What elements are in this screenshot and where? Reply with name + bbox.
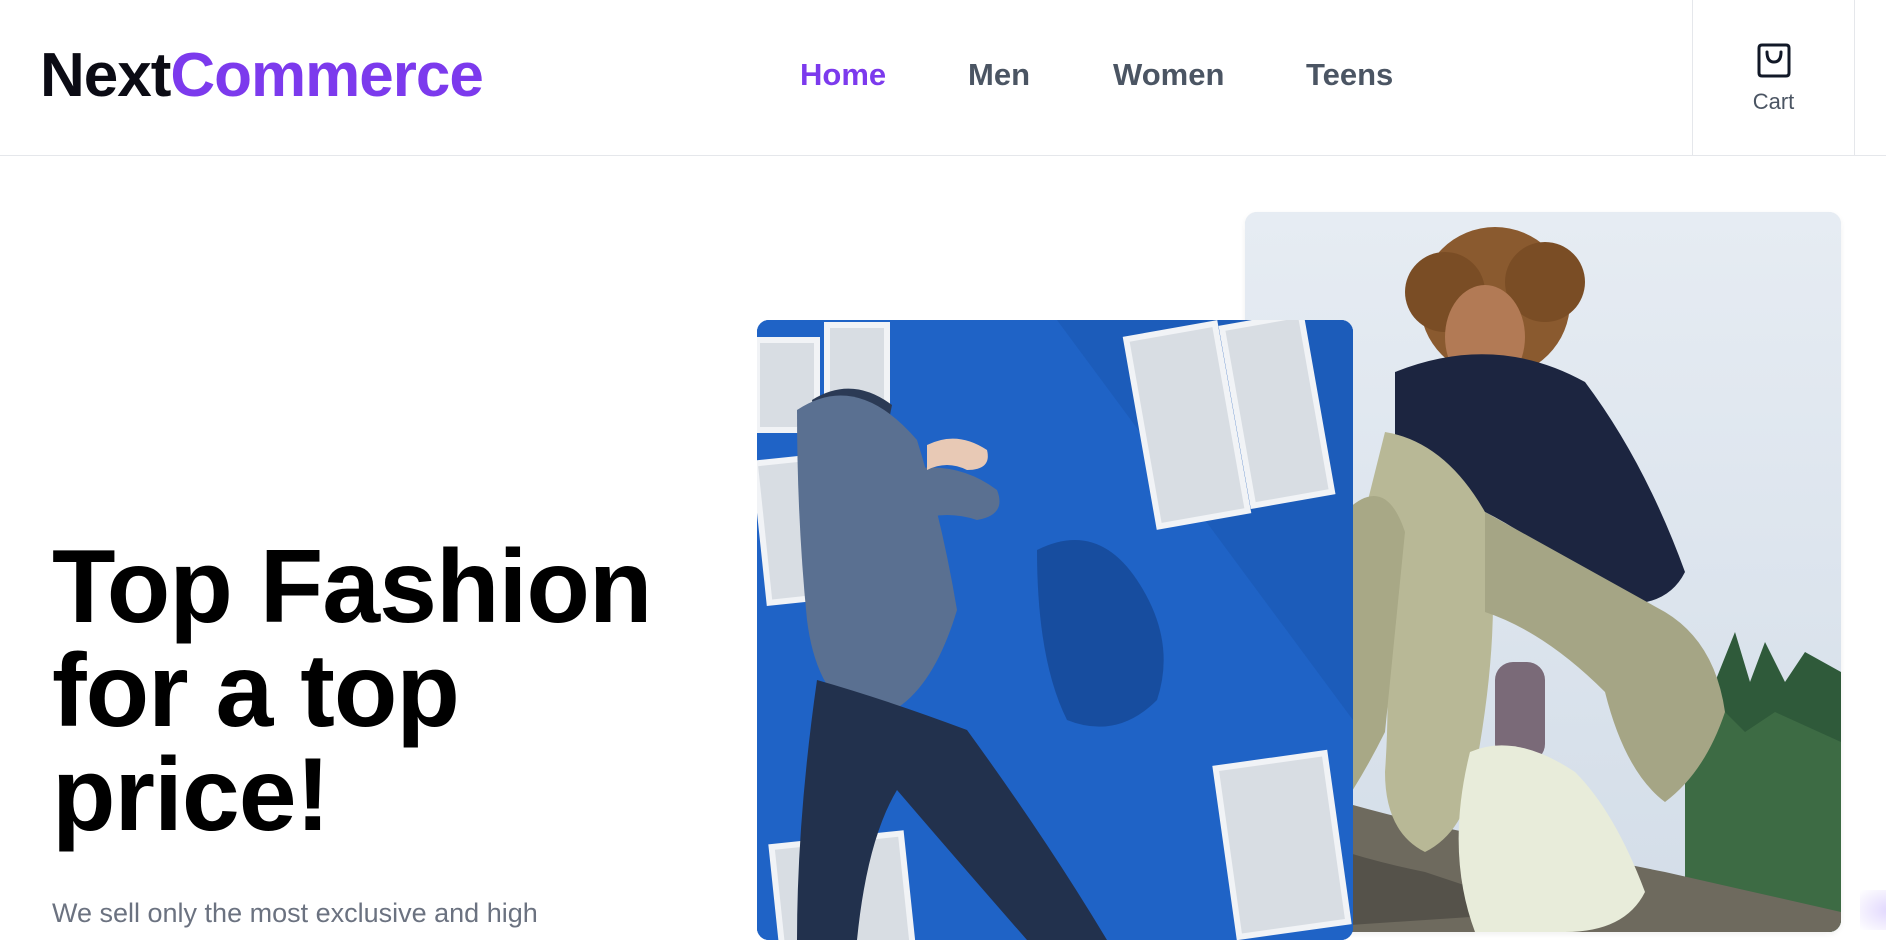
logo[interactable]: NextCommerce xyxy=(40,36,484,116)
nav-item-teens[interactable]: Teens xyxy=(1306,54,1393,96)
nav-item-men[interactable]: Men xyxy=(968,54,1030,96)
decorative-glow xyxy=(1860,890,1886,930)
cart-button[interactable]: Cart xyxy=(1692,0,1855,156)
logo-text-next: Next xyxy=(40,41,171,110)
hero-title: Top Fashion for a top price! xyxy=(52,529,652,853)
nav-item-women[interactable]: Women xyxy=(1113,54,1224,96)
hero-photo-man-jumping xyxy=(757,320,1353,940)
nav-item-home[interactable]: Home xyxy=(800,54,886,96)
cart-label: Cart xyxy=(1752,89,1795,114)
site-header: NextCommerce Home Men Women Teens Cart xyxy=(0,0,1886,156)
hero-subtitle: We sell only the most exclusive and high xyxy=(52,898,538,928)
logo-text-commerce: Commerce xyxy=(170,41,483,110)
shopping-bag-icon xyxy=(1757,43,1791,78)
